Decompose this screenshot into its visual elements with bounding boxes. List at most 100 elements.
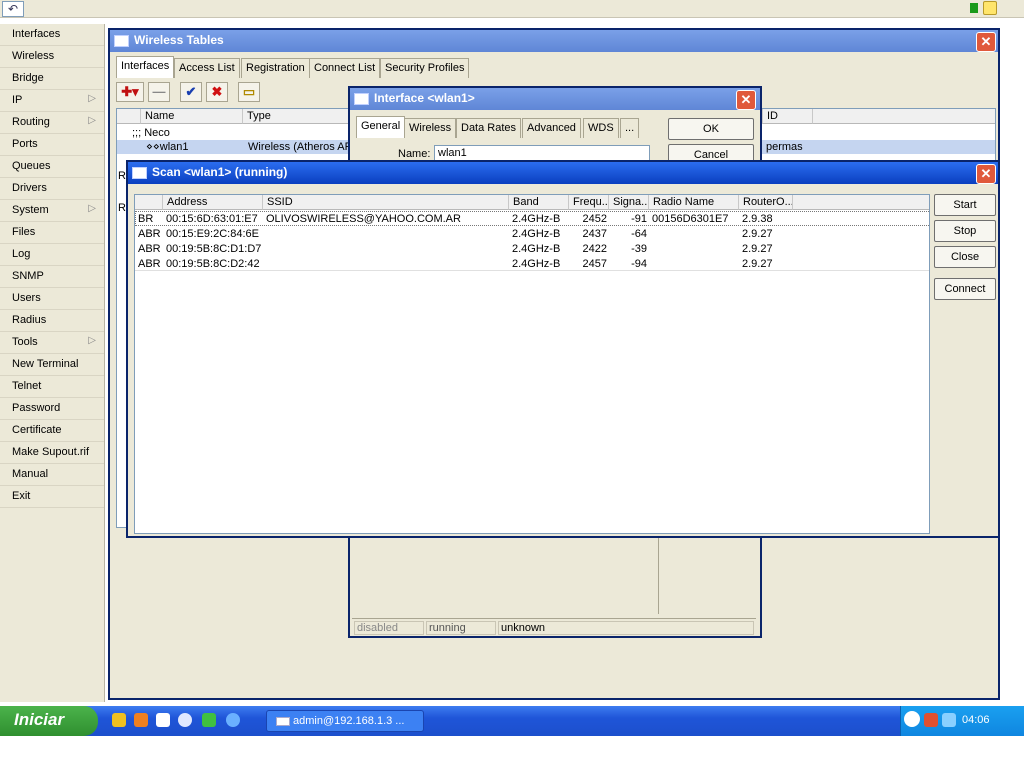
menu-item-users[interactable]: Users <box>0 288 104 310</box>
column-header-radio-name[interactable]: Radio Name <box>649 195 739 210</box>
window-icon <box>276 717 290 726</box>
menu-item-system[interactable]: System ▷ <box>0 200 104 222</box>
menu-item-password[interactable]: Password <box>0 398 104 420</box>
close-icon[interactable]: ✕ <box>976 164 996 184</box>
column-header-name[interactable]: Name <box>141 109 243 124</box>
show-desktop-icon[interactable] <box>156 713 170 727</box>
close-icon[interactable]: ✕ <box>976 32 996 52</box>
comment-icon[interactable]: ▭ <box>238 82 260 102</box>
ok-button[interactable]: OK <box>668 118 754 140</box>
table-cell-type: Wireless (Atheros AR5 <box>248 141 349 153</box>
menu-item-exit[interactable]: Exit <box>0 486 104 508</box>
table-cell-routeros: 2.9.27 <box>742 228 773 240</box>
menu-item-ip[interactable]: IP ▷ <box>0 90 104 112</box>
table-cell-flags: ABR <box>138 228 161 240</box>
table-cell-band: 2.4GHz-B <box>512 213 561 225</box>
table-row-comment[interactable]: ;;; Neco <box>129 126 239 140</box>
top-toolbar <box>0 0 1024 18</box>
table-cell-frequency: 2457 <box>582 258 607 270</box>
menu-item-wireless[interactable]: Wireless <box>0 46 104 68</box>
tab-data-rates[interactable]: Data Rates <box>456 118 522 138</box>
table-cell-ssid <box>263 257 509 271</box>
column-header-flags[interactable] <box>135 195 163 210</box>
table-cell-signal: -91 <box>631 213 647 225</box>
quicklaunch-icon[interactable] <box>134 713 148 727</box>
tab-registration[interactable]: Registration <box>241 58 310 78</box>
table-cell-address: 00:15:6D:63:01:E7 <box>166 213 258 225</box>
menu-item-bridge[interactable]: Bridge <box>0 68 104 90</box>
menu-item-drivers[interactable]: Drivers <box>0 178 104 200</box>
submenu-arrow-icon: ▷ <box>88 93 96 104</box>
menu-item-interfaces[interactable]: Interfaces <box>0 24 104 46</box>
column-header-routeros[interactable]: RouterO... <box>739 195 793 210</box>
column-header-address[interactable]: Address <box>163 195 263 210</box>
table-cell-address: 00:19:5B:8C:D1:D7 <box>166 243 262 255</box>
menu-item-telnet[interactable]: Telnet <box>0 376 104 398</box>
column-header-signal[interactable]: Signa... <box>609 195 649 210</box>
clock: 04:06 <box>962 714 990 726</box>
menu-item-new-terminal[interactable]: New Terminal <box>0 354 104 376</box>
connect-button[interactable]: Connect <box>934 278 996 300</box>
lock-icon <box>983 1 997 15</box>
tray-expand-icon[interactable] <box>904 711 920 727</box>
tab-wireless[interactable]: Wireless <box>404 118 457 138</box>
name-label: Name: <box>398 148 431 160</box>
quicklaunch-icon[interactable] <box>112 713 126 727</box>
column-header-band[interactable]: Band <box>509 195 569 210</box>
column-header-frequency[interactable]: Frequ... <box>569 195 609 210</box>
disable-icon[interactable]: ✖ <box>206 82 228 102</box>
menu-item-manual[interactable]: Manual <box>0 464 104 486</box>
menu-item-tools[interactable]: Tools ▷ <box>0 332 104 354</box>
stop-button[interactable]: Stop <box>934 220 996 242</box>
media-player-icon[interactable] <box>178 713 192 727</box>
internet-explorer-icon[interactable] <box>226 713 240 727</box>
column-header-id[interactable]: ID <box>763 109 813 124</box>
menu-item-ports[interactable]: Ports <box>0 134 104 156</box>
table-cell-ssid <box>263 227 509 241</box>
start-button[interactable]: Start <box>934 194 996 216</box>
tab-security-profiles[interactable]: Security Profiles <box>380 58 470 78</box>
table-cell-signal: -64 <box>631 228 647 240</box>
table-cell-band: 2.4GHz-B <box>512 258 561 270</box>
tab-interfaces[interactable]: Interfaces <box>116 56 175 78</box>
interface-dialog-title-bar[interactable]: Interface <wlan1> <box>350 88 760 110</box>
enable-icon[interactable]: ✔ <box>180 82 202 102</box>
tab-wds[interactable]: WDS <box>583 118 619 138</box>
menu-item-routing[interactable]: Routing ▷ <box>0 112 104 134</box>
menu-item-radius[interactable]: Radius <box>0 310 104 332</box>
column-header-ssid[interactable]: SSID <box>263 195 509 210</box>
close-button[interactable]: Close <box>934 246 996 268</box>
remove-icon[interactable]: — <box>148 82 170 102</box>
messenger-icon[interactable] <box>202 713 216 727</box>
tab-advanced[interactable]: Advanced <box>522 118 581 138</box>
menu-item-certificate[interactable]: Certificate <box>0 420 104 442</box>
tab-connect-list[interactable]: Connect List <box>309 58 381 78</box>
table-cell-frequency: 2452 <box>582 213 607 225</box>
close-icon[interactable]: ✕ <box>736 90 756 110</box>
menu-item-log[interactable]: Log <box>0 244 104 266</box>
add-icon[interactable]: ✚▾ <box>116 82 144 102</box>
submenu-arrow-icon: ▷ <box>88 115 96 126</box>
status-disabled: disabled <box>354 621 424 635</box>
wireless-tables-title-bar[interactable]: Wireless Tables <box>110 30 998 52</box>
table-cell-band: 2.4GHz-B <box>512 243 561 255</box>
tab-general[interactable]: General <box>356 116 406 138</box>
network-icon[interactable] <box>942 713 956 727</box>
scan-window-title-bar[interactable]: Scan <wlan1> (running) <box>128 162 998 184</box>
tab-more[interactable]: ... <box>620 118 640 138</box>
menu-item-make-supout[interactable]: Make Supout.rif <box>0 442 104 464</box>
table-cell-routeros: 2.9.38 <box>742 213 773 225</box>
menu-item-snmp[interactable]: SNMP <box>0 266 104 288</box>
network-warning-icon[interactable] <box>924 713 938 727</box>
table-cell-id: permas <box>766 141 803 153</box>
start-button-taskbar[interactable]: Iniciar <box>0 706 98 736</box>
table-cell-frequency: 2437 <box>582 228 607 240</box>
table-cell-address: 00:15:E9:2C:84:6E <box>166 228 259 240</box>
menu-item-queues[interactable]: Queues <box>0 156 104 178</box>
tab-access-list[interactable]: Access List <box>174 58 240 78</box>
submenu-arrow-icon: ▷ <box>88 203 96 214</box>
undo-icon[interactable]: ↶ <box>2 1 24 17</box>
menu-item-files[interactable]: Files <box>0 222 104 244</box>
name-input[interactable] <box>434 145 650 161</box>
table-cell-flags: BR <box>138 213 154 225</box>
